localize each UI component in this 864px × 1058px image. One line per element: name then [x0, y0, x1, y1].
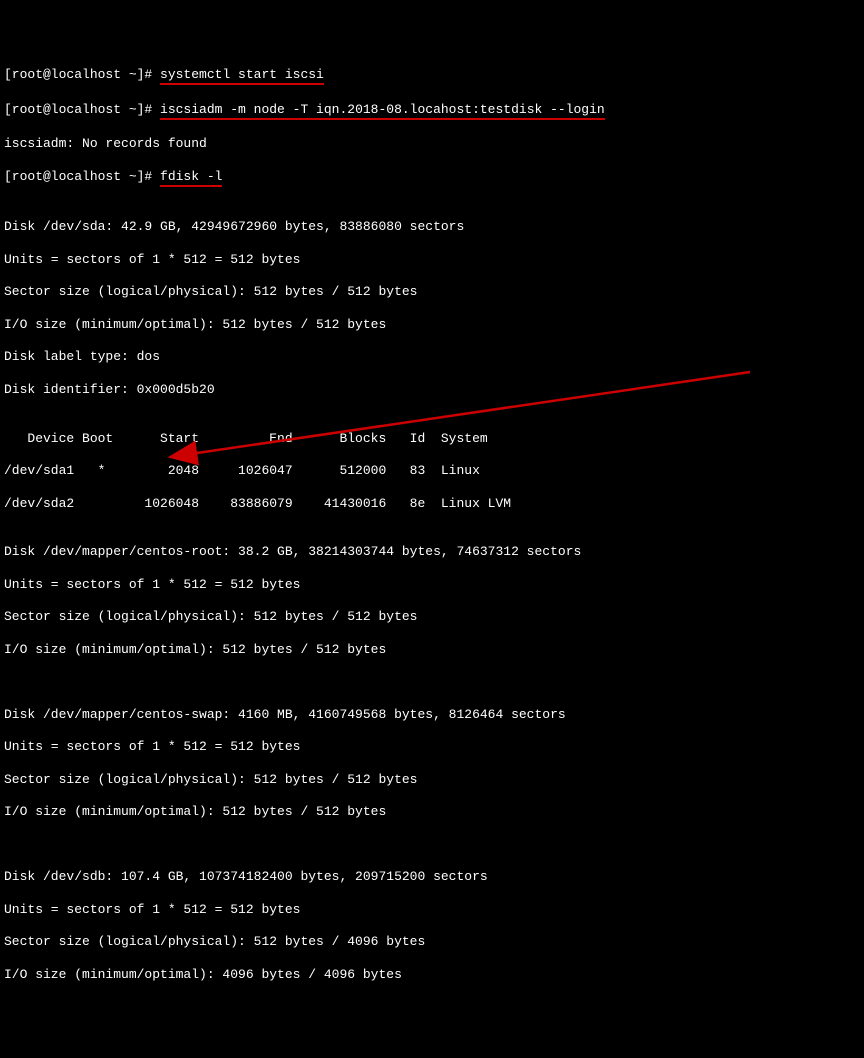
prompt: [root@localhost ~]#: [4, 102, 160, 117]
terminal-output: Disk identifier: 0x000d5b20: [4, 382, 860, 398]
terminal-line: [root@localhost ~]# fdisk -l: [4, 169, 860, 187]
partition-table-row: /dev/sda2 1026048 83886079 41430016 8e L…: [4, 496, 860, 512]
terminal-output: Sector size (logical/physical): 512 byte…: [4, 772, 860, 788]
terminal-output: Units = sectors of 1 * 512 = 512 bytes: [4, 577, 860, 593]
terminal-output: Units = sectors of 1 * 512 = 512 bytes: [4, 902, 860, 918]
terminal-output: Disk /dev/sda: 42.9 GB, 42949672960 byte…: [4, 219, 860, 235]
terminal-output: Disk /dev/sdb: 107.4 GB, 107374182400 by…: [4, 869, 860, 885]
terminal-output: I/O size (minimum/optimal): 512 bytes / …: [4, 804, 860, 820]
terminal-output: Disk /dev/mapper/centos-swap: 4160 MB, 4…: [4, 707, 860, 723]
terminal-line: [root@localhost ~]# systemctl start iscs…: [4, 67, 860, 85]
terminal-output: Sector size (logical/physical): 512 byte…: [4, 284, 860, 300]
terminal-output: iscsiadm: No records found: [4, 136, 860, 152]
terminal-output: Sector size (logical/physical): 512 byte…: [4, 609, 860, 625]
terminal-output: I/O size (minimum/optimal): 512 bytes / …: [4, 317, 860, 333]
command-text: iscsiadm -m node -T iqn.2018-08.locahost…: [160, 102, 605, 120]
terminal-output: I/O size (minimum/optimal): 512 bytes / …: [4, 642, 860, 658]
terminal-output: Units = sectors of 1 * 512 = 512 bytes: [4, 739, 860, 755]
terminal-output: Disk label type: dos: [4, 349, 860, 365]
prompt: [root@localhost ~]#: [4, 169, 160, 184]
terminal-output: I/O size (minimum/optimal): 4096 bytes /…: [4, 967, 860, 983]
partition-table-row: /dev/sda1 * 2048 1026047 512000 83 Linux: [4, 463, 860, 479]
command-text: fdisk -l: [160, 169, 222, 187]
terminal-output: Sector size (logical/physical): 512 byte…: [4, 934, 860, 950]
partition-table-header: Device Boot Start End Blocks Id System: [4, 431, 860, 447]
prompt: [root@localhost ~]#: [4, 67, 160, 82]
terminal-output: Units = sectors of 1 * 512 = 512 bytes: [4, 252, 860, 268]
terminal-line: [root@localhost ~]# iscsiadm -m node -T …: [4, 102, 860, 120]
terminal-output: Disk /dev/mapper/centos-root: 38.2 GB, 3…: [4, 544, 860, 560]
command-text: systemctl start iscsi: [160, 67, 324, 85]
